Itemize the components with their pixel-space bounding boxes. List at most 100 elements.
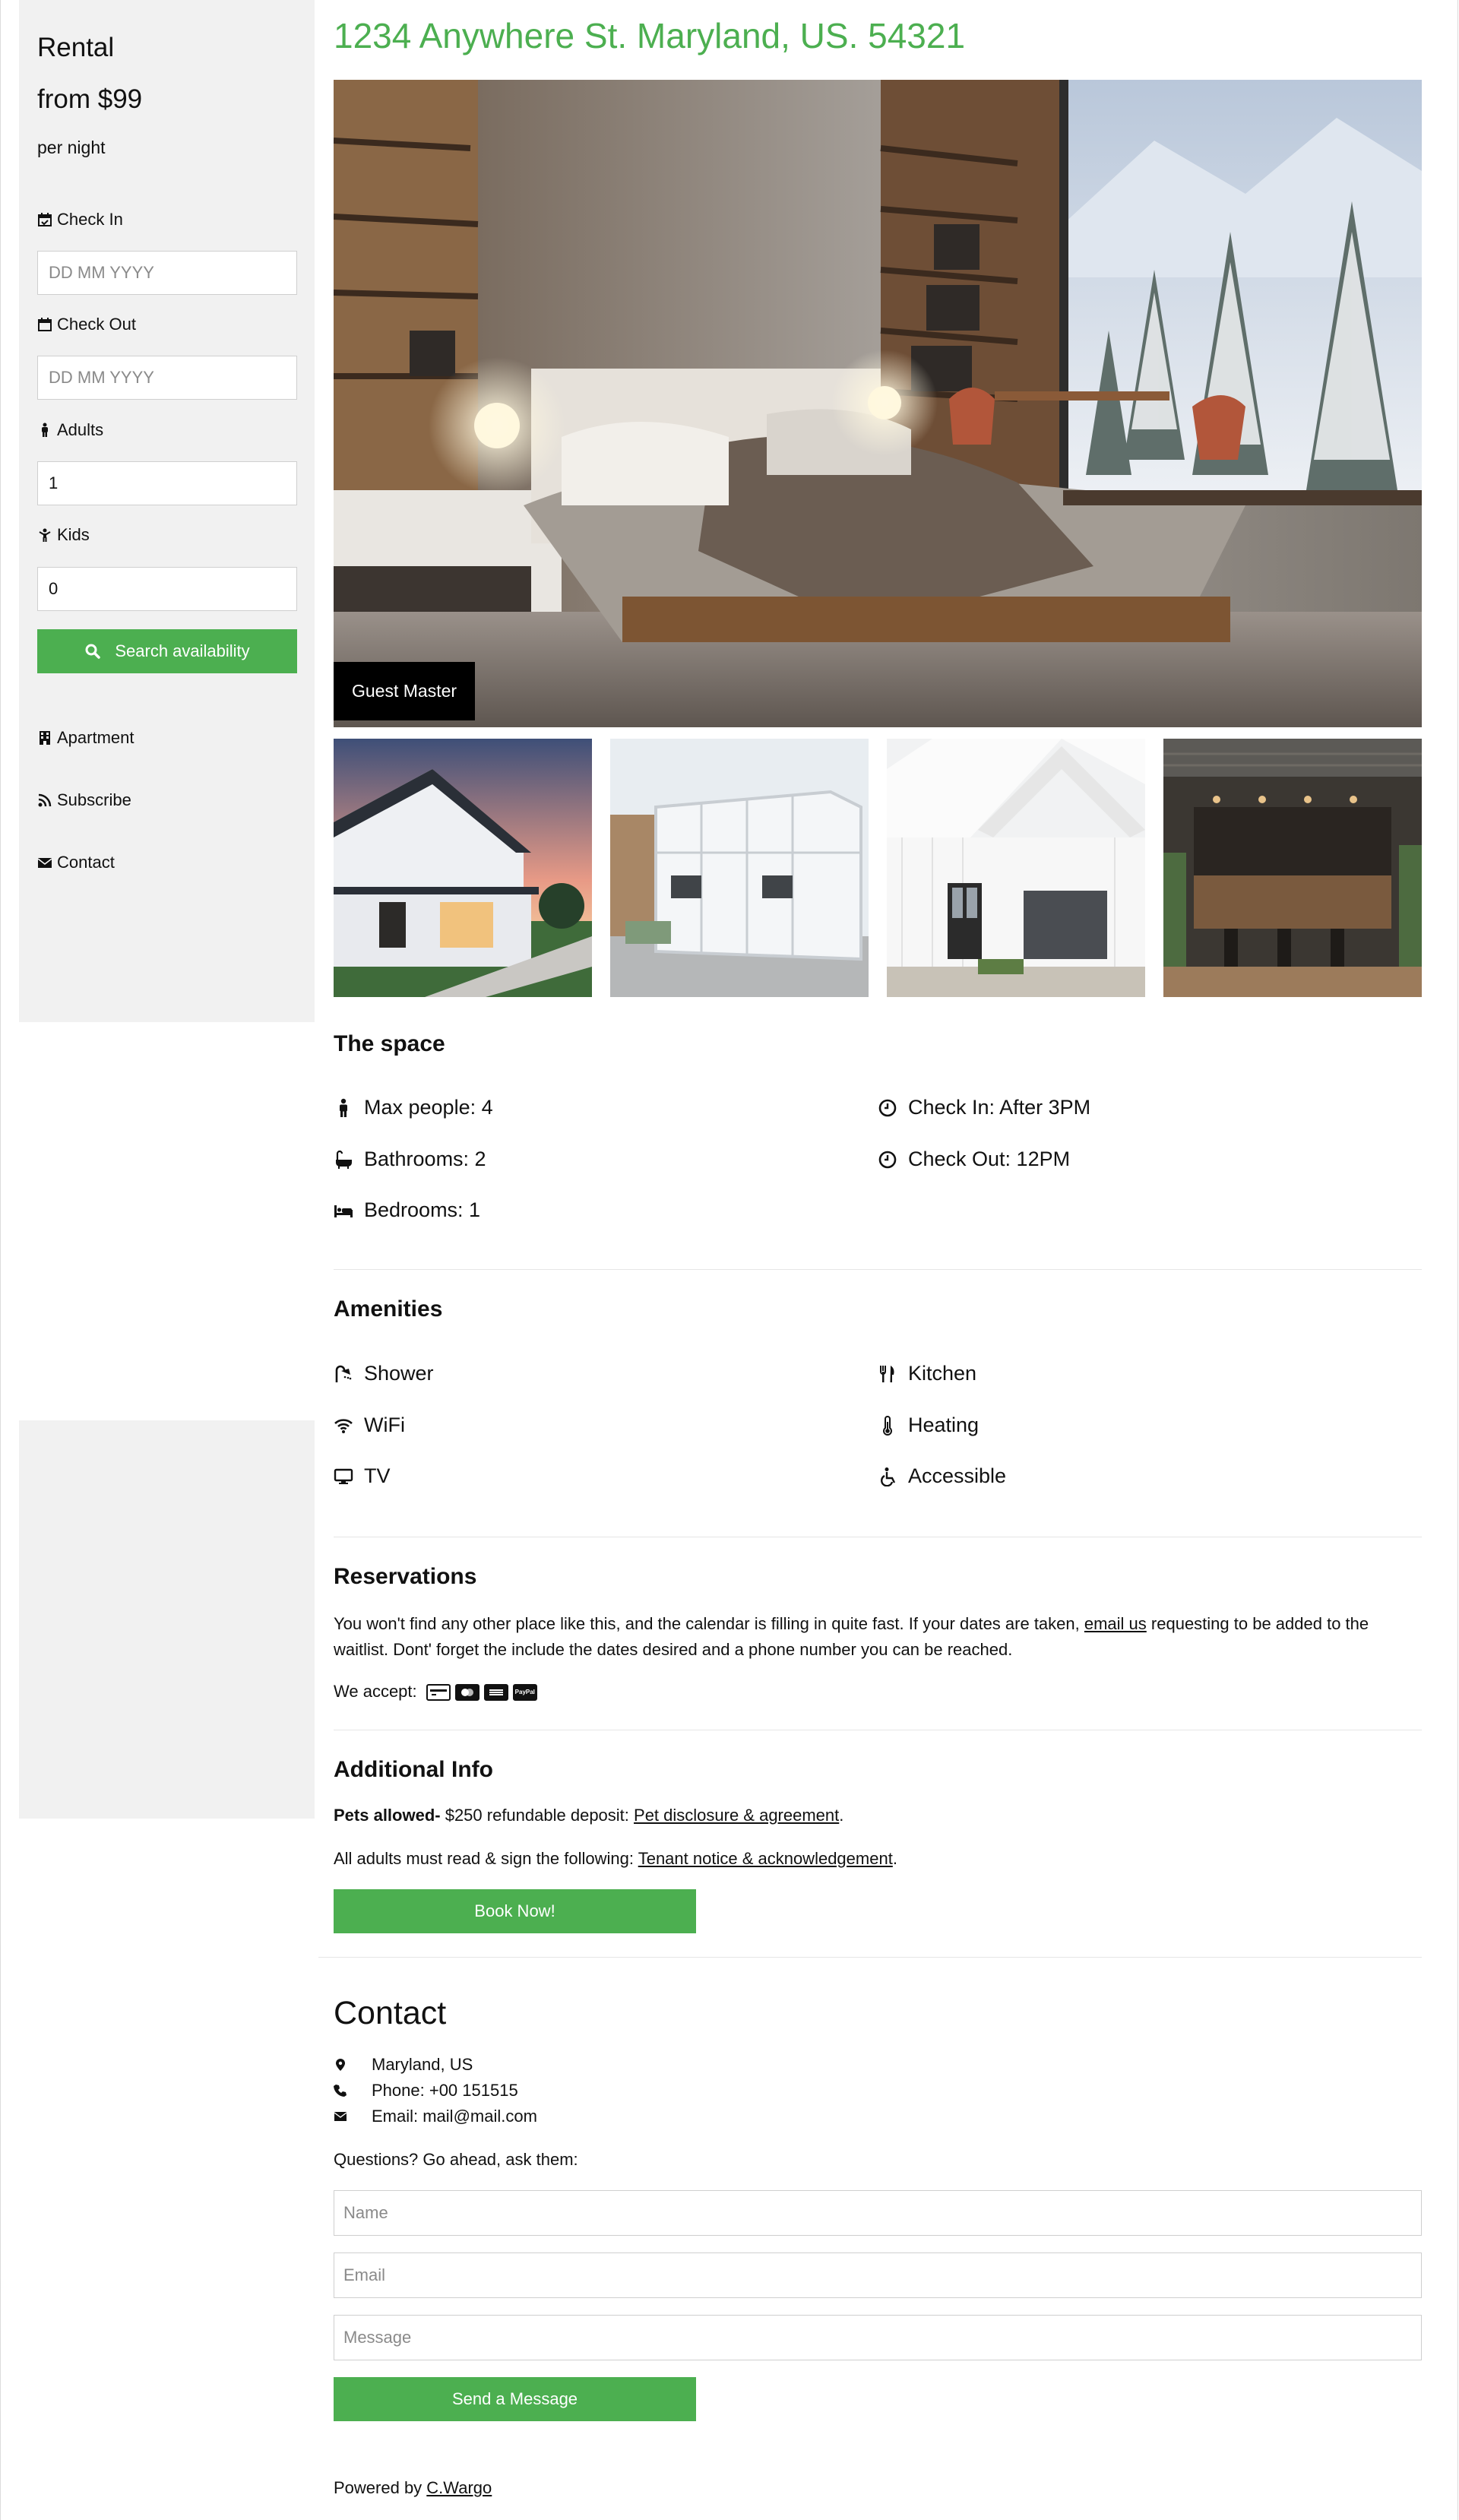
cutlery-icon	[880, 1365, 894, 1382]
outdoor-bar-illustration	[1163, 739, 1422, 997]
email-us-link[interactable]: email us	[1084, 1614, 1147, 1633]
bedroom-illustration	[334, 80, 1422, 727]
amenity-accessible-text: Accessible	[908, 1464, 1007, 1487]
space-max-people-text: Max people: 4	[364, 1096, 493, 1119]
space-check-in: Check In: After 3PM	[878, 1096, 1090, 1119]
bed-icon	[334, 1205, 353, 1217]
hero-bedroom-image[interactable]: Guest Master	[334, 80, 1422, 727]
amenity-heating: Heating	[878, 1414, 979, 1437]
contact-questions: Questions? Go ahead, ask them:	[334, 2150, 578, 2169]
building-icon	[40, 731, 50, 745]
hero-caption: Guest Master	[334, 662, 476, 720]
send-message-button[interactable]: Send a Message	[334, 2377, 696, 2421]
calendar-icon	[38, 213, 52, 226]
search-icon	[85, 644, 101, 659]
credit-card-icon	[426, 1684, 451, 1702]
contact-email-text: Email: mail@mail.com	[372, 2107, 537, 2126]
space-check-in-text: Check In: After 3PM	[908, 1096, 1091, 1119]
space-check-out-text: Check Out: 12PM	[908, 1148, 1071, 1170]
space-max-people: Max people: 4	[334, 1096, 493, 1119]
tenant-info: All adults must read & sign the followin…	[334, 1846, 1422, 1872]
amenity-tv: TV	[334, 1464, 391, 1488]
frame-edge-right	[1457, 0, 1458, 2520]
kids-input[interactable]	[37, 567, 297, 611]
thermometer-icon	[883, 1415, 892, 1436]
check-out-input[interactable]	[37, 356, 297, 400]
nav-apartment-label: Apartment	[57, 728, 135, 747]
contact-title: Contact	[334, 1995, 447, 2031]
author-link[interactable]: C.Wargo	[426, 2478, 492, 2497]
search-availability-button[interactable]: Search availability	[37, 629, 297, 673]
rental-title: Rental	[37, 33, 115, 62]
adults-label: Adults	[37, 420, 103, 440]
space-bathrooms: Bathrooms: 2	[334, 1148, 486, 1171]
mastercard-icon	[454, 1684, 479, 1702]
nav-apartment[interactable]: Apartment	[37, 728, 135, 748]
envelope-icon	[334, 2112, 347, 2121]
wifi-icon	[334, 1418, 353, 1433]
paypal-icon: PayPal	[512, 1684, 537, 1702]
map-marker-icon	[336, 2059, 345, 2071]
amenity-wifi-text: WiFi	[364, 1414, 405, 1436]
amenity-kitchen: Kitchen	[878, 1362, 976, 1385]
reservations-title: Reservations	[334, 1564, 477, 1589]
adults-input[interactable]	[37, 461, 297, 505]
monitor-icon	[334, 1468, 353, 1484]
nav-contact[interactable]: Contact	[37, 853, 115, 872]
nav-subscribe[interactable]: Subscribe	[37, 790, 131, 810]
thumbnail-white-barn[interactable]	[887, 739, 1145, 997]
contact-location: Maryland, US	[334, 2055, 473, 2075]
thumbnail-glass-office[interactable]	[610, 739, 869, 997]
footer-credit: Powered by C.Wargo	[334, 2475, 1422, 2501]
rss-icon	[38, 793, 52, 807]
period: .	[892, 1849, 897, 1868]
pets-deposit-text: $250 refundable deposit:	[440, 1806, 635, 1825]
message-input[interactable]	[334, 2315, 1422, 2360]
we-accept-label: We accept:	[334, 1682, 417, 1701]
contact-location-text: Maryland, US	[372, 2055, 473, 2074]
reservations-text: You won't find any other place like this…	[334, 1611, 1422, 1663]
tenant-info-text: All adults must read & sign the followin…	[334, 1849, 638, 1868]
footer-prefix: Powered by	[334, 2478, 427, 2497]
amenity-kitchen-text: Kitchen	[908, 1362, 977, 1385]
amenity-shower: Shower	[334, 1362, 434, 1385]
adults-label-text: Adults	[57, 420, 104, 439]
nav-subscribe-label: Subscribe	[57, 790, 131, 809]
contact-phone-text: Phone: +00 151515	[372, 2081, 518, 2100]
space-title: The space	[334, 1031, 445, 1056]
space-bathrooms-text: Bathrooms: 2	[364, 1148, 486, 1170]
amenity-tv-text: TV	[364, 1464, 391, 1487]
thumbnail-outdoor-bar[interactable]	[1163, 739, 1422, 997]
name-input[interactable]	[334, 2190, 1422, 2236]
pets-allowed-label: Pets allowed-	[334, 1806, 441, 1825]
price: from $99	[37, 84, 143, 114]
kids-label: Kids	[37, 525, 90, 545]
check-in-label-text: Check In	[57, 210, 123, 229]
glass-office-illustration	[610, 739, 869, 997]
pet-agreement-link[interactable]: Pet disclosure & agreement	[634, 1806, 839, 1825]
thumbnail-house-sunset[interactable]	[334, 739, 592, 997]
amenity-shower-text: Shower	[364, 1362, 434, 1385]
property-address: 1234 Anywhere St. Maryland, US. 54321	[334, 16, 966, 55]
additional-info-title: Additional Info	[334, 1757, 493, 1782]
sidebar: Rental from $99 per night Check In Check…	[19, 0, 315, 1022]
book-now-button[interactable]: Book Now!	[334, 1889, 696, 1933]
male-icon	[340, 1098, 347, 1117]
amenity-accessible: Accessible	[878, 1464, 1006, 1488]
bathtub-icon	[336, 1150, 352, 1169]
tenant-notice-link[interactable]: Tenant notice & acknowledgement	[638, 1849, 893, 1868]
contact-phone: Phone: +00 151515	[334, 2081, 518, 2101]
reservations-text-start: You won't find any other place like this…	[334, 1614, 1084, 1633]
envelope-icon	[37, 858, 52, 868]
amex-icon	[483, 1684, 508, 1702]
phone-icon	[334, 2085, 347, 2097]
email-input[interactable]	[334, 2252, 1422, 2298]
search-availability-label: Search availability	[115, 641, 250, 660]
clock-icon	[878, 1099, 897, 1116]
check-in-input[interactable]	[37, 251, 297, 295]
amenity-wifi: WiFi	[334, 1414, 405, 1437]
check-in-label: Check In	[37, 210, 123, 230]
period: .	[839, 1806, 844, 1825]
male-icon	[42, 423, 48, 437]
check-out-label: Check Out	[37, 315, 136, 334]
